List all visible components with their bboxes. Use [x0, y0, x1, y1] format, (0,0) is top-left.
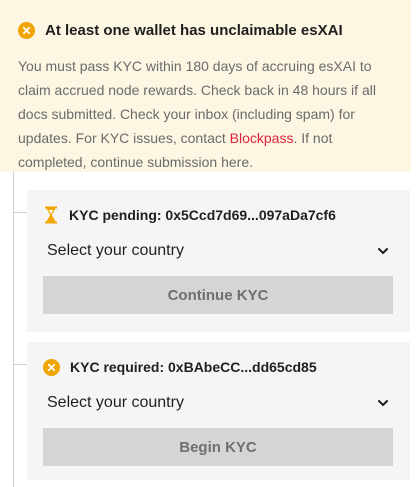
wallet-card-required: KYC required: 0xBAbeCC...dd65cd85 Select…	[27, 342, 410, 480]
warning-header: At least one wallet has unclaimable esXA…	[18, 18, 393, 42]
continue-kyc-button[interactable]: Continue KYC	[43, 276, 393, 314]
tree-branch	[13, 212, 27, 213]
country-select[interactable]: Select your country	[43, 388, 393, 418]
country-select[interactable]: Select your country	[43, 236, 393, 266]
x-circle-icon	[43, 358, 60, 376]
wallet-card-pending: KYC pending: 0x5Ccd7d69...097aDa7cf6 Sel…	[27, 190, 410, 332]
tree-branch	[13, 364, 27, 365]
kyc-panel: At least one wallet has unclaimable esXA…	[0, 0, 419, 487]
unclaimable-warning-banner: At least one wallet has unclaimable esXA…	[0, 0, 411, 172]
blockpass-link[interactable]: Blockpass	[230, 130, 294, 146]
x-circle-icon	[18, 21, 35, 39]
chevron-down-icon	[377, 397, 389, 409]
wallet-card-header: KYC pending: 0x5Ccd7d69...097aDa7cf6	[43, 204, 394, 226]
country-select-value: Select your country	[47, 394, 184, 411]
hourglass-icon	[43, 206, 59, 224]
wallet-kyc-status: KYC required: 0xBAbeCC...dd65cd85	[70, 359, 317, 375]
tree-rail	[13, 172, 14, 487]
chevron-down-icon	[377, 245, 389, 257]
country-select-value: Select your country	[47, 242, 184, 259]
wallet-card-header: KYC required: 0xBAbeCC...dd65cd85	[43, 356, 394, 378]
wallet-kyc-status: KYC pending: 0x5Ccd7d69...097aDa7cf6	[69, 207, 336, 223]
warning-message: You must pass KYC within 180 days of acc…	[18, 54, 400, 174]
warning-title: At least one wallet has unclaimable esXA…	[45, 21, 343, 39]
begin-kyc-button[interactable]: Begin KYC	[43, 428, 393, 466]
